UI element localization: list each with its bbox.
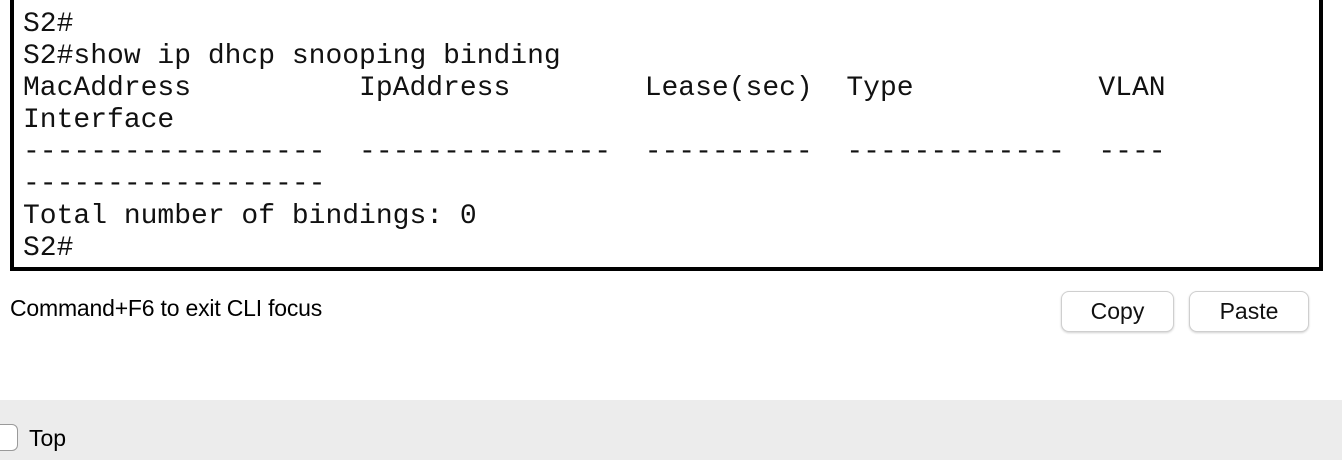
cli-terminal[interactable]: S2# S2# S2#show ip dhcp snooping binding… (10, 0, 1323, 271)
cli-page: S2# S2# S2#show ip dhcp snooping binding… (0, 0, 1342, 460)
cli-focus-hint: Command+F6 to exit CLI focus (10, 295, 323, 321)
paste-button[interactable]: Paste (1189, 291, 1309, 332)
copy-button[interactable]: Copy (1061, 291, 1174, 332)
top-checkbox[interactable] (0, 424, 18, 451)
top-label: Top (29, 425, 67, 451)
bottom-bar: Top (0, 400, 1342, 460)
cli-output[interactable]: S2# S2# S2#show ip dhcp snooping binding… (23, 0, 1166, 265)
